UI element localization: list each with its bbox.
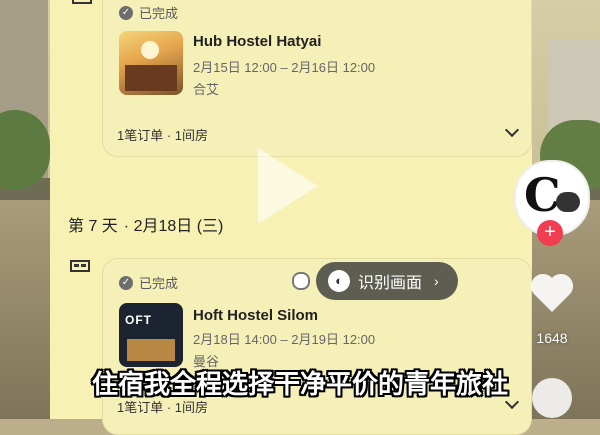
chevron-right-icon: ›: [434, 273, 439, 289]
status-label: 已完成: [139, 6, 179, 21]
recognize-label: 识别画面: [358, 275, 423, 292]
check-icon: ✓: [119, 5, 133, 20]
plus-icon[interactable]: +: [537, 220, 563, 246]
like-count: 1648: [536, 330, 568, 346]
heart-icon[interactable]: [528, 270, 576, 314]
play-icon[interactable]: [258, 148, 318, 224]
thumbnail-sign: OFT: [125, 313, 152, 327]
recognize-screen-button[interactable]: ◐ 识别画面 ›: [316, 262, 458, 300]
check-icon: ✓: [119, 275, 133, 290]
day-date: · 2月18日 (三): [123, 218, 224, 235]
stay-dates: 2月15日 12:00 – 2月16日 12:00: [193, 60, 376, 75]
bed-icon: [72, 0, 92, 4]
status-label: 已完成: [139, 276, 179, 291]
hotel-name[interactable]: Hoft Hostel Silom: [193, 307, 318, 324]
stay-card-hatyai[interactable]: ✓ 已完成 Hub Hostel Hatyai 2月15日 12:00 – 2月…: [102, 0, 532, 157]
stay-dates: 2月18日 14:00 – 2月19日 12:00: [193, 332, 376, 347]
recognize-icon: ◐: [328, 270, 350, 292]
video-subtitle: 住宿我全程选择干净平价的青年旅社: [91, 369, 508, 399]
selection-ring: [292, 272, 310, 290]
hotel-name[interactable]: Hub Hostel Hatyai: [193, 33, 321, 50]
stay-city: 合艾: [193, 82, 220, 97]
status-row: ✓ 已完成: [119, 273, 178, 292]
day-number: 第 7 天: [68, 218, 118, 235]
bed-icon: [70, 260, 90, 272]
status-row: ✓ 已完成: [119, 3, 178, 22]
hotel-thumbnail[interactable]: OFT: [119, 303, 183, 367]
day-header: 第 7 天 · 2月18日 (三): [68, 212, 223, 236]
chevron-down-icon[interactable]: [504, 122, 520, 138]
order-summary: 1笔订单 · 1间房: [117, 128, 209, 143]
hotel-thumbnail[interactable]: [119, 31, 183, 95]
